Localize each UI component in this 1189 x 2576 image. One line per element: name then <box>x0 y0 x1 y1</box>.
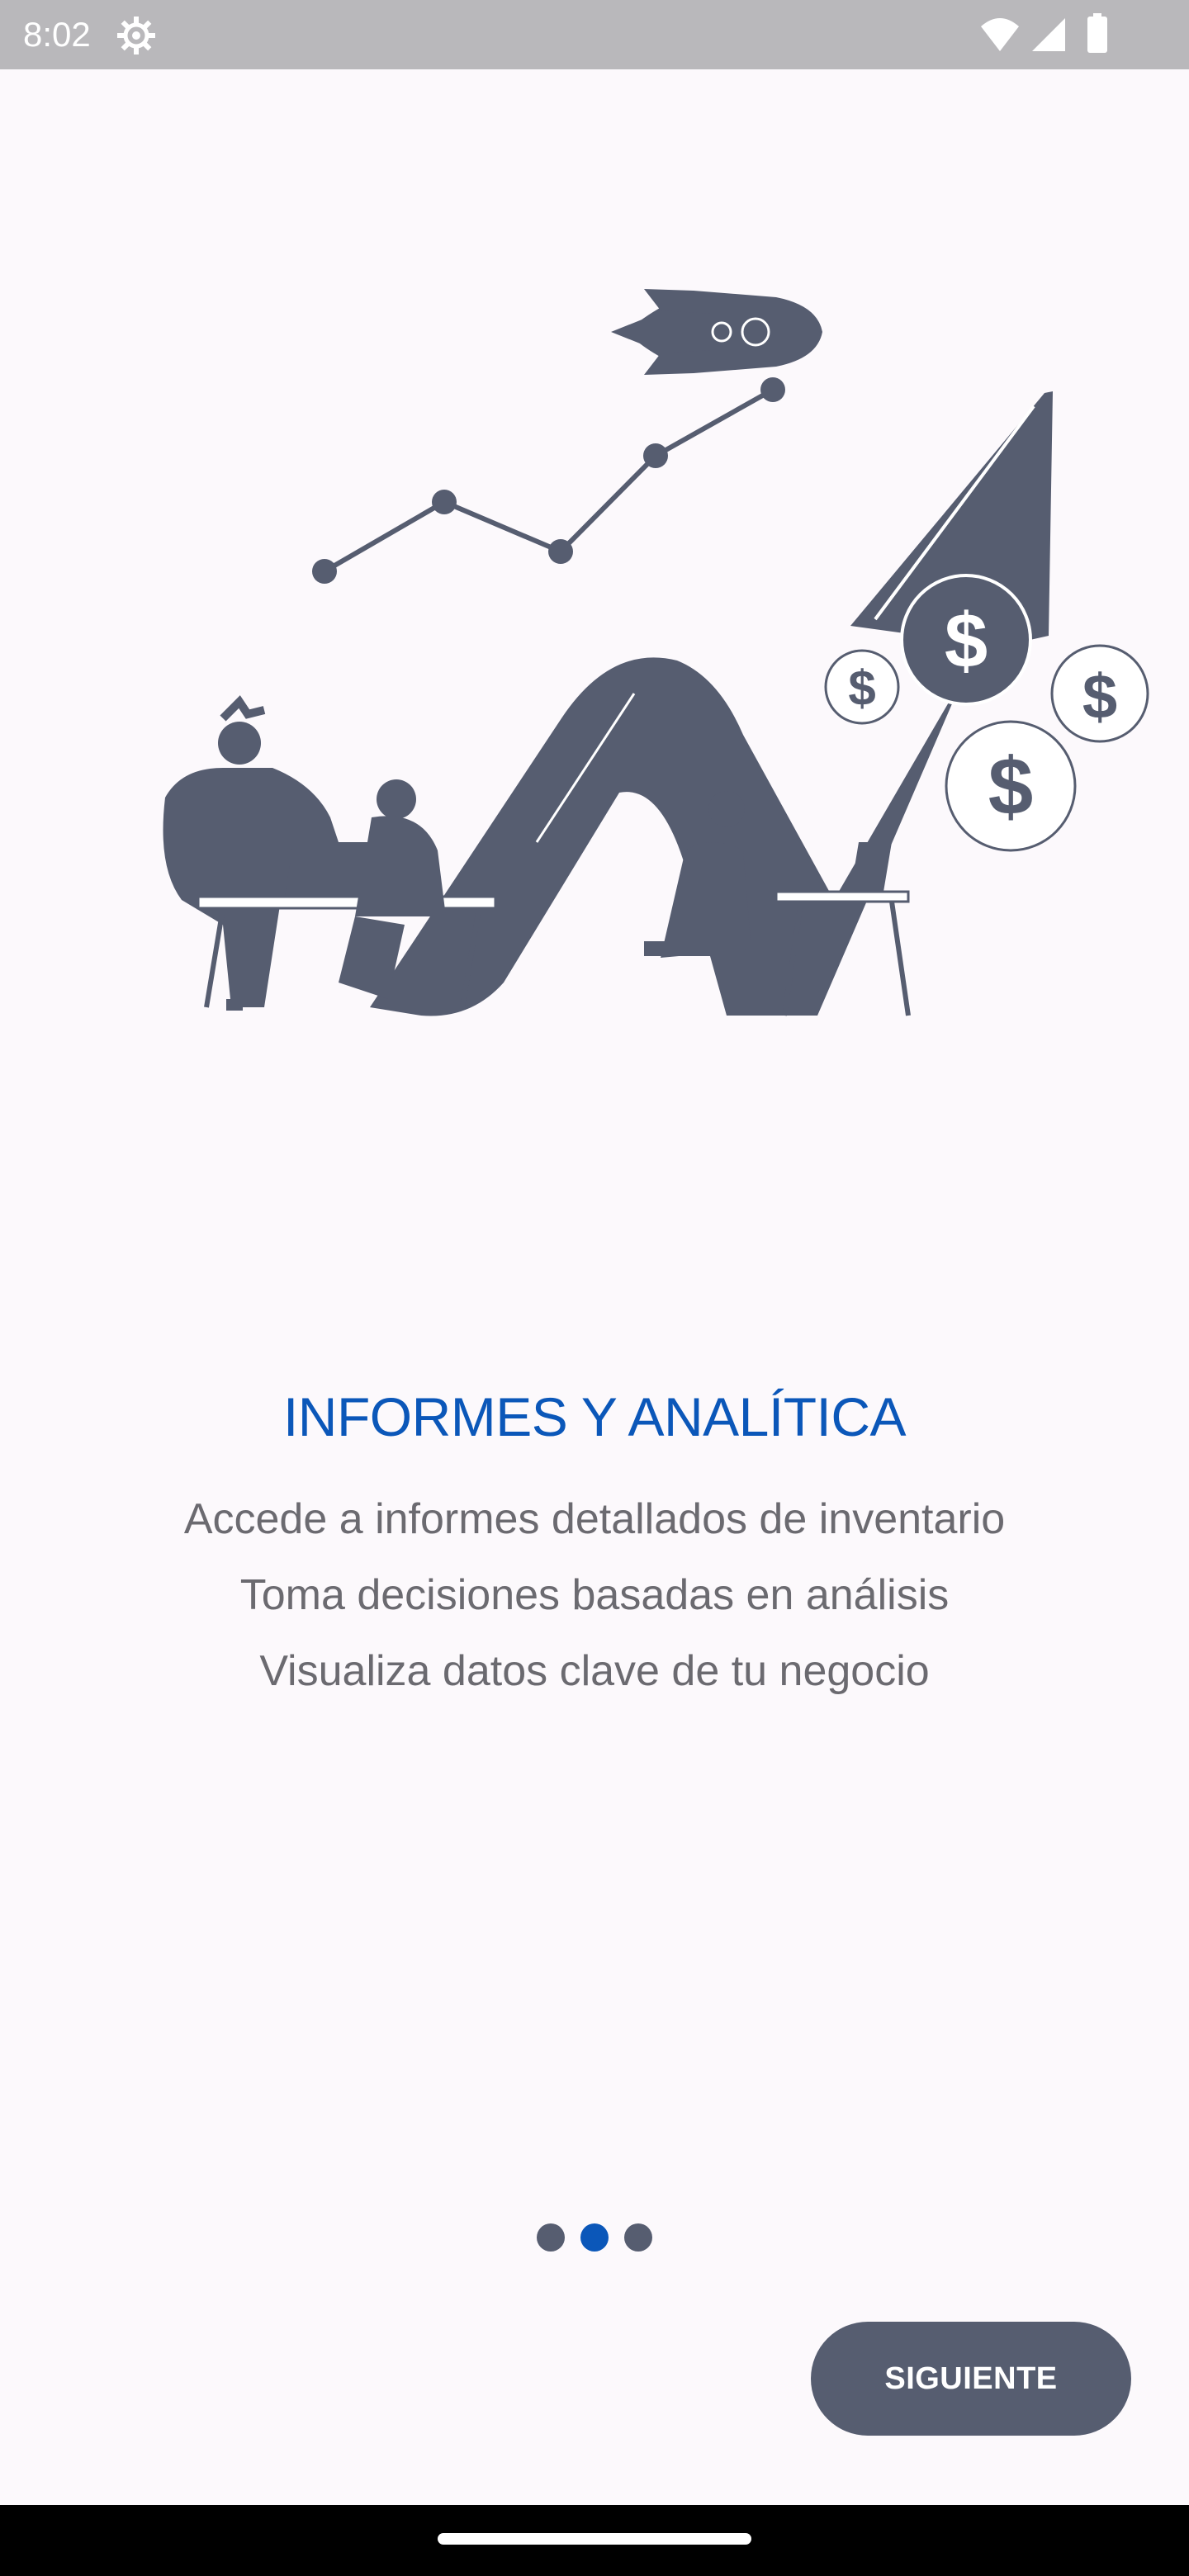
home-handle[interactable] <box>438 2533 751 2545</box>
status-bar: 8:02 <box>0 0 1189 69</box>
svg-text:$: $ <box>848 661 875 716</box>
battery-icon <box>1087 13 1107 53</box>
settings-icon <box>117 17 155 54</box>
rocket-icon <box>611 289 822 375</box>
coin-icon: $ <box>900 574 1032 706</box>
description-line: Toma decisiones basadas en análisis <box>239 1571 950 1619</box>
page-title: INFORMES Y ANALÍTICA <box>282 1386 907 1447</box>
page-dot[interactable] <box>624 2223 652 2252</box>
page-dot[interactable] <box>537 2223 565 2252</box>
next-button[interactable]: SIGUIENTE <box>811 2322 1131 2436</box>
description-line: Visualiza datos clave de tu negocio <box>259 1647 930 1695</box>
line-chart-graphic <box>312 377 785 584</box>
status-time: 8:02 <box>23 15 91 54</box>
coin-icon: $ <box>824 649 900 725</box>
onboarding-screen: 8:02 $ $ $ $ INFORMES Y ANALÍTICA Accede… <box>0 0 1189 2576</box>
coin-icon: $ <box>1050 644 1149 743</box>
svg-text:$: $ <box>988 741 1034 831</box>
navigation-bar <box>0 2505 1189 2576</box>
svg-text:$: $ <box>1082 662 1117 732</box>
coin-icon: $ <box>945 720 1077 852</box>
svg-text:$: $ <box>945 597 988 684</box>
signal-icon <box>1032 18 1065 51</box>
page-dot-active[interactable] <box>580 2223 609 2252</box>
growth-chart-illustration-icon: $ $ $ $ <box>163 289 1149 1016</box>
description-line: Accede a informes detallados de inventar… <box>183 1495 1006 1543</box>
wifi-icon <box>981 18 1019 51</box>
